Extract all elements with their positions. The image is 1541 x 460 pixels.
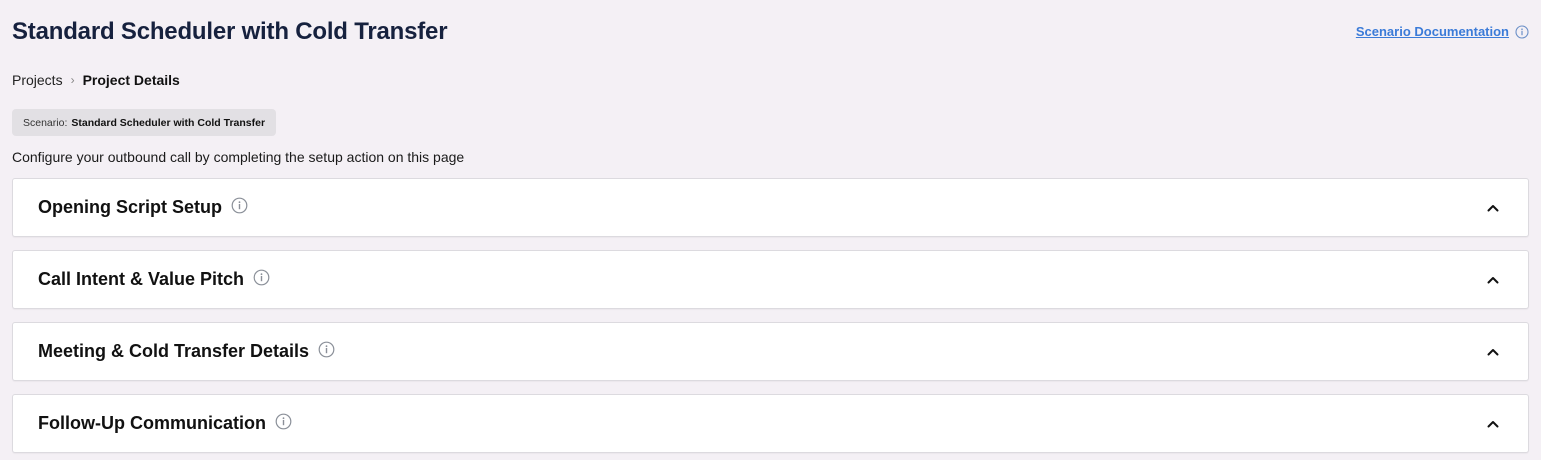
chevron-up-icon[interactable] xyxy=(1487,204,1499,212)
page: Standard Scheduler with Cold Transfer Sc… xyxy=(0,0,1541,460)
info-icon[interactable] xyxy=(318,341,335,363)
breadcrumb-projects[interactable]: Projects xyxy=(12,72,63,88)
accordion-title: Call Intent & Value Pitch xyxy=(38,269,245,289)
accordion-header: Opening Script Setup xyxy=(38,179,248,236)
chevron-up-icon[interactable] xyxy=(1487,348,1499,356)
accordion-meeting-cold-transfer-details[interactable]: Meeting & Cold Transfer Details xyxy=(12,322,1529,381)
accordion-opening-script-setup[interactable]: Opening Script Setup xyxy=(12,178,1529,237)
scenario-label: Scenario: xyxy=(23,116,68,129)
accordion-title: Meeting & Cold Transfer Details xyxy=(38,341,310,361)
accordion-title: Follow-Up Communication xyxy=(38,413,266,433)
info-icon[interactable] xyxy=(275,413,292,435)
chevron-up-icon[interactable] xyxy=(1487,276,1499,284)
info-icon[interactable] xyxy=(231,197,248,219)
accordion-header: Follow-Up Communication xyxy=(38,395,292,452)
accordion-follow-up-communication[interactable]: Follow-Up Communication xyxy=(12,394,1529,453)
doc-link-group: Scenario Documentation xyxy=(1356,24,1529,39)
breadcrumb: Projects › Project Details xyxy=(12,72,180,88)
page-title: Standard Scheduler with Cold Transfer xyxy=(12,18,448,45)
scenario-badge: Scenario: Standard Scheduler with Cold T… xyxy=(12,109,277,136)
chevron-right-icon: › xyxy=(70,73,75,87)
accordion-header: Meeting & Cold Transfer Details xyxy=(38,323,335,380)
scenario-documentation-link[interactable]: Scenario Documentation xyxy=(1356,24,1509,39)
chevron-up-icon[interactable] xyxy=(1487,420,1499,428)
scenario-value: Standard Scheduler with Cold Transfer xyxy=(71,116,266,129)
accordion-title: Opening Script Setup xyxy=(38,197,223,217)
accordion-call-intent-value-pitch[interactable]: Call Intent & Value Pitch xyxy=(12,250,1529,309)
header: Standard Scheduler with Cold Transfer Sc… xyxy=(12,18,1529,48)
breadcrumb-current: Project Details xyxy=(82,72,180,88)
accordion-header: Call Intent & Value Pitch xyxy=(38,251,270,308)
info-icon[interactable] xyxy=(1515,24,1529,39)
info-icon[interactable] xyxy=(253,269,270,291)
instructions-text: Configure your outbound call by completi… xyxy=(12,149,465,165)
